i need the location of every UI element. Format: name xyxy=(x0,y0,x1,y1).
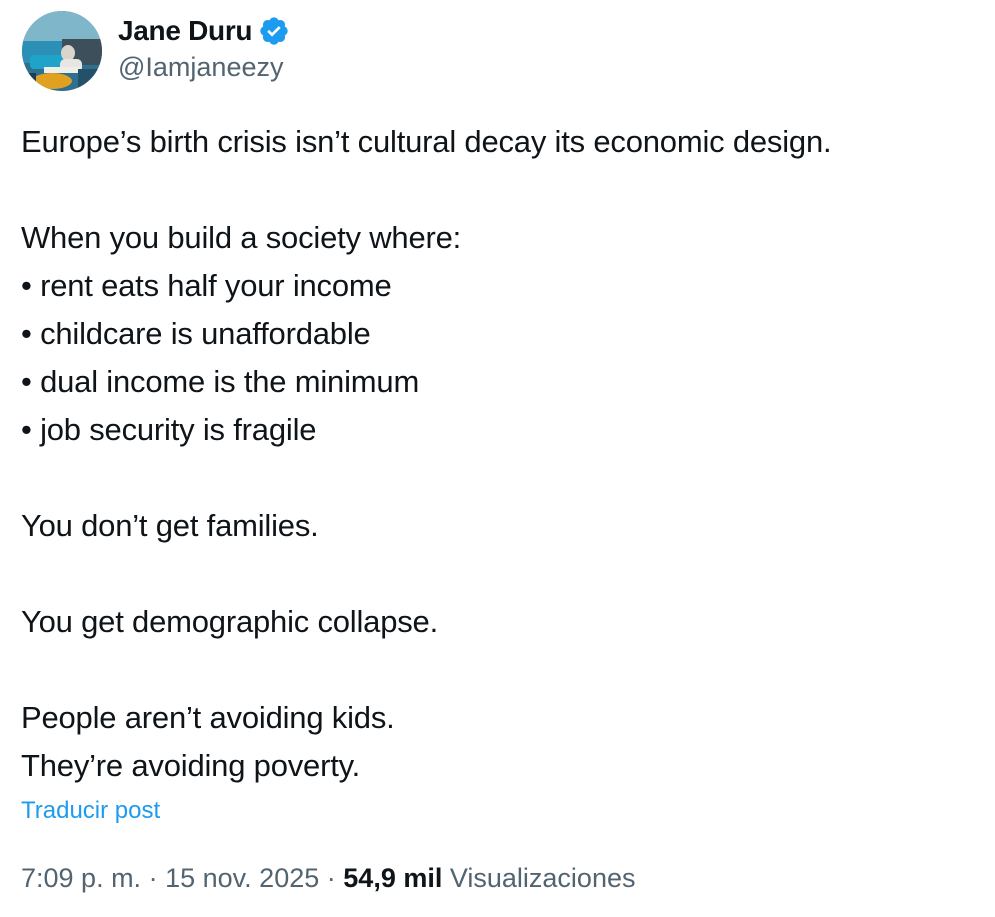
post-time: 7:09 p. m. xyxy=(21,863,142,893)
meta-separator: · xyxy=(148,863,158,893)
post-metadata: 7:09 p. m. · 15 nov. 2025 · 54,9 mil Vis… xyxy=(21,863,635,894)
meta-separator: · xyxy=(326,863,336,893)
translate-post-link[interactable]: Traducir post xyxy=(21,797,160,825)
post-time-link[interactable]: 7:09 p. m. · 15 nov. 2025 xyxy=(21,863,319,893)
post-line: • dual income is the minimum xyxy=(21,364,420,399)
name-row: Jane Duru xyxy=(118,12,290,50)
views-count: 54,9 mil xyxy=(343,863,443,893)
avatar[interactable] xyxy=(22,11,102,91)
avatar-image xyxy=(22,11,102,91)
post-line: You get demographic collapse. xyxy=(21,604,439,639)
post-line xyxy=(21,166,981,214)
post-line: When you build a society where: xyxy=(21,220,462,255)
display-name[interactable]: Jane Duru xyxy=(118,15,253,47)
user-handle[interactable]: @Iamjaneezy xyxy=(118,52,283,83)
post-line xyxy=(21,550,981,598)
post-text: Europe’s birth crisis isn’t cultural dec… xyxy=(21,118,981,790)
verified-badge-icon[interactable] xyxy=(258,15,290,47)
post-date: 15 nov. 2025 xyxy=(165,863,320,893)
post-line: • job security is fragile xyxy=(21,412,317,447)
views-link[interactable]: 54,9 mil Visualizaciones xyxy=(343,863,635,893)
post-line: • childcare is unaffordable xyxy=(21,316,371,351)
post-line xyxy=(21,454,981,502)
views-label: Visualizaciones xyxy=(449,863,636,893)
post-line: They’re avoiding poverty. xyxy=(21,748,361,783)
post-line: Europe’s birth crisis isn’t cultural dec… xyxy=(21,124,832,159)
post-line: You don’t get families. xyxy=(21,508,319,543)
post-line: • rent eats half your income xyxy=(21,268,392,303)
post-line xyxy=(21,646,981,694)
tweet: Jane Duru @Iamjaneezy Europe’s birth cri… xyxy=(0,0,995,917)
post-line: People aren’t avoiding kids. xyxy=(21,700,395,735)
